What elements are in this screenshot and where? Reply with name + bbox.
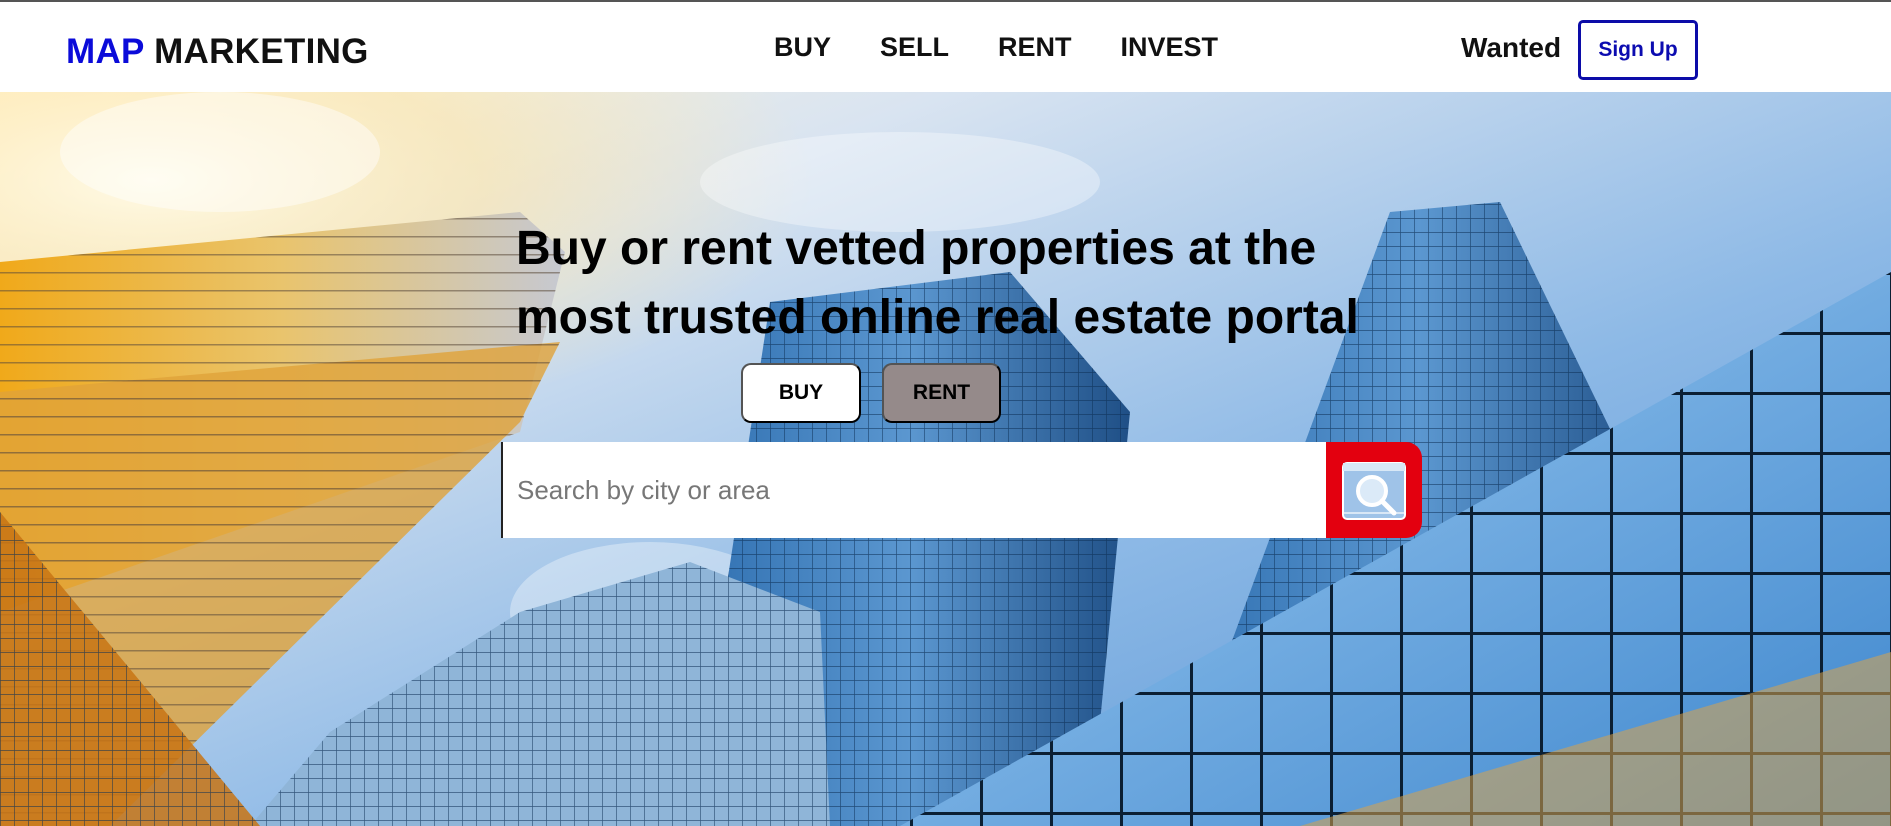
search-input[interactable] xyxy=(503,442,1327,538)
nav-link-buy[interactable]: BUY xyxy=(774,32,831,63)
brand-part-marketing: MARKETING xyxy=(154,32,369,71)
hero-headline-line2: most trusted online real estate portal xyxy=(516,291,1359,344)
navbar: MAP MARKETING BUY SELL RENT INVEST Wante… xyxy=(0,2,1891,92)
buy-toggle-button[interactable]: BUY xyxy=(741,363,861,423)
hero-headline: Buy or rent vetted properties at the mos… xyxy=(516,214,1396,352)
nav-link-rent[interactable]: RENT xyxy=(998,32,1072,63)
nav-link-sell[interactable]: SELL xyxy=(880,32,949,63)
brand-part-map: MAP xyxy=(66,32,145,71)
rent-toggle-button[interactable]: RENT xyxy=(882,363,1001,423)
nav-link-invest[interactable]: INVEST xyxy=(1121,32,1219,63)
main-nav: BUY SELL RENT INVEST xyxy=(774,32,1267,63)
search-button[interactable] xyxy=(1326,442,1422,538)
search-box xyxy=(501,442,1327,538)
magnifier-icon xyxy=(1342,462,1406,520)
signup-button[interactable]: Sign Up xyxy=(1578,20,1698,80)
wanted-link[interactable]: Wanted xyxy=(1461,32,1561,64)
brand-logo[interactable]: MAP MARKETING xyxy=(66,32,369,72)
hero-headline-line1: Buy or rent vetted properties at the xyxy=(516,222,1317,275)
hero-section: Buy or rent vetted properties at the mos… xyxy=(0,92,1891,826)
